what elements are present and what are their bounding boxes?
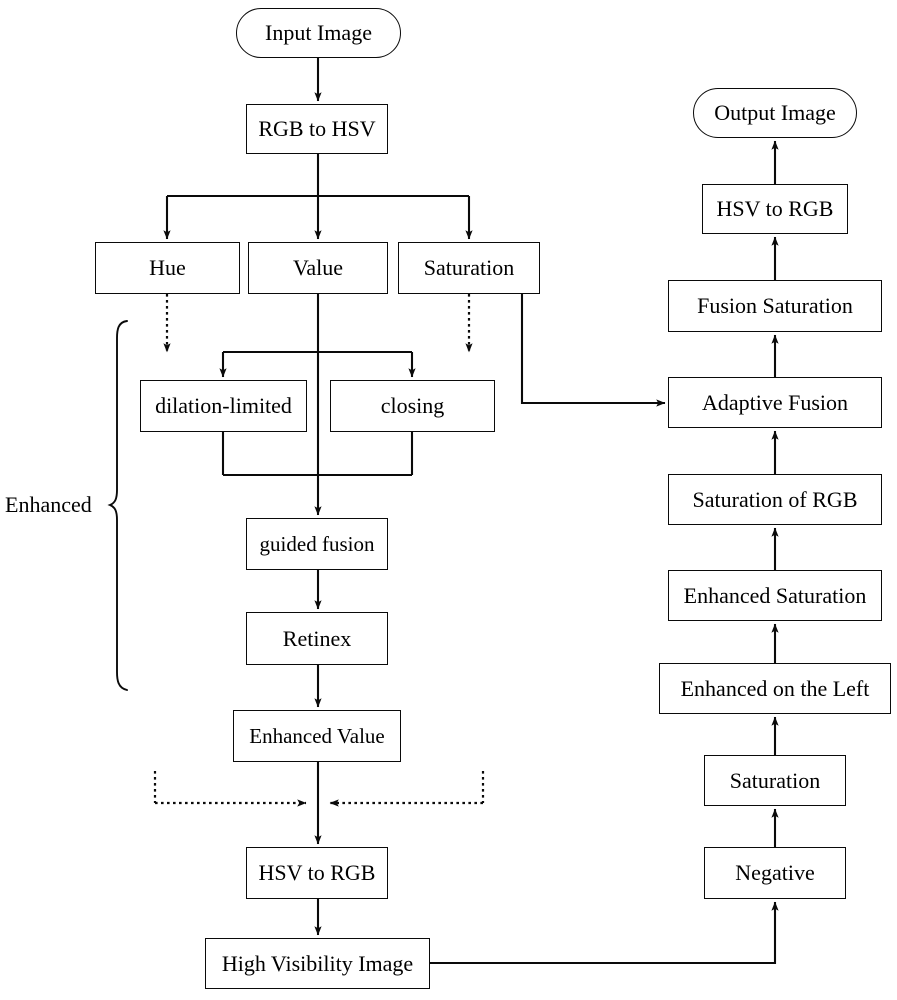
node-enhanced-saturation-label: Enhanced Saturation xyxy=(683,582,867,608)
node-hue[interactable]: Hue xyxy=(95,242,240,294)
node-enhanced-value[interactable]: Enhanced Value xyxy=(233,710,401,762)
node-input-image-label: Input Image xyxy=(265,20,372,46)
node-saturation-right[interactable]: Saturation xyxy=(704,755,846,806)
node-guided-fusion-label: guided fusion xyxy=(259,531,375,556)
node-saturation-of-rgb[interactable]: Saturation of RGB xyxy=(668,474,882,525)
node-hue-label: Hue xyxy=(149,255,186,281)
edge-highvis-to-negative xyxy=(430,901,779,965)
node-negative-label: Negative xyxy=(735,860,815,886)
node-value-label: Value xyxy=(292,255,344,281)
node-enhanced-on-the-left-label: Enhanced on the Left xyxy=(680,675,870,701)
node-retinex[interactable]: Retinex xyxy=(246,612,388,665)
node-retinex-label: Retinex xyxy=(282,625,352,651)
node-fusion-saturation[interactable]: Fusion Saturation xyxy=(668,280,882,332)
node-closing[interactable]: closing xyxy=(330,380,495,432)
node-value[interactable]: Value xyxy=(248,242,388,294)
node-hsv-to-rgb-left[interactable]: HSV to RGB xyxy=(246,847,388,899)
node-hsv-to-rgb-left-label: HSV to RGB xyxy=(258,860,376,886)
node-high-visibility-image[interactable]: High Visibility Image xyxy=(205,938,430,989)
node-dilation-limited-label: dilation-limited xyxy=(155,393,292,419)
edge-saturation-to-adaptivefusion xyxy=(520,294,666,407)
node-enhanced-on-the-left[interactable]: Enhanced on the Left xyxy=(659,663,891,714)
flowchart-canvas: Input Image RGB to HSV Hue Value Saturat… xyxy=(0,0,897,1000)
node-adaptive-fusion[interactable]: Adaptive Fusion xyxy=(668,377,882,428)
node-enhanced-saturation[interactable]: Enhanced Saturation xyxy=(668,570,882,621)
node-output-image-label: Output Image xyxy=(714,100,836,126)
enhanced-brace-label: Enhanced xyxy=(5,492,92,517)
node-hsv-to-rgb-right-label: HSV to RGB xyxy=(716,196,834,222)
node-enhanced-value-label: Enhanced Value xyxy=(249,723,385,748)
node-input-image[interactable]: Input Image xyxy=(236,8,401,58)
node-adaptive-fusion-label: Adaptive Fusion xyxy=(701,389,849,415)
node-negative[interactable]: Negative xyxy=(704,847,846,899)
node-closing-label: closing xyxy=(380,393,445,419)
enhanced-curly-brace xyxy=(107,320,128,691)
node-rgb-to-hsv[interactable]: RGB to HSV xyxy=(246,104,388,154)
node-saturation-split-label: Saturation xyxy=(423,255,515,281)
node-rgb-to-hsv-label: RGB to HSV xyxy=(258,116,376,142)
node-saturation-right-label: Saturation xyxy=(729,767,821,793)
node-saturation-of-rgb-label: Saturation of RGB xyxy=(692,486,858,512)
node-high-visibility-image-label: High Visibility Image xyxy=(221,950,414,976)
node-saturation-split[interactable]: Saturation xyxy=(398,242,540,294)
node-output-image[interactable]: Output Image xyxy=(693,88,857,138)
node-fusion-saturation-label: Fusion Saturation xyxy=(697,293,853,319)
node-dilation-limited[interactable]: dilation-limited xyxy=(140,380,307,432)
node-hsv-to-rgb-right[interactable]: HSV to RGB xyxy=(702,184,848,234)
node-guided-fusion[interactable]: guided fusion xyxy=(246,518,388,570)
